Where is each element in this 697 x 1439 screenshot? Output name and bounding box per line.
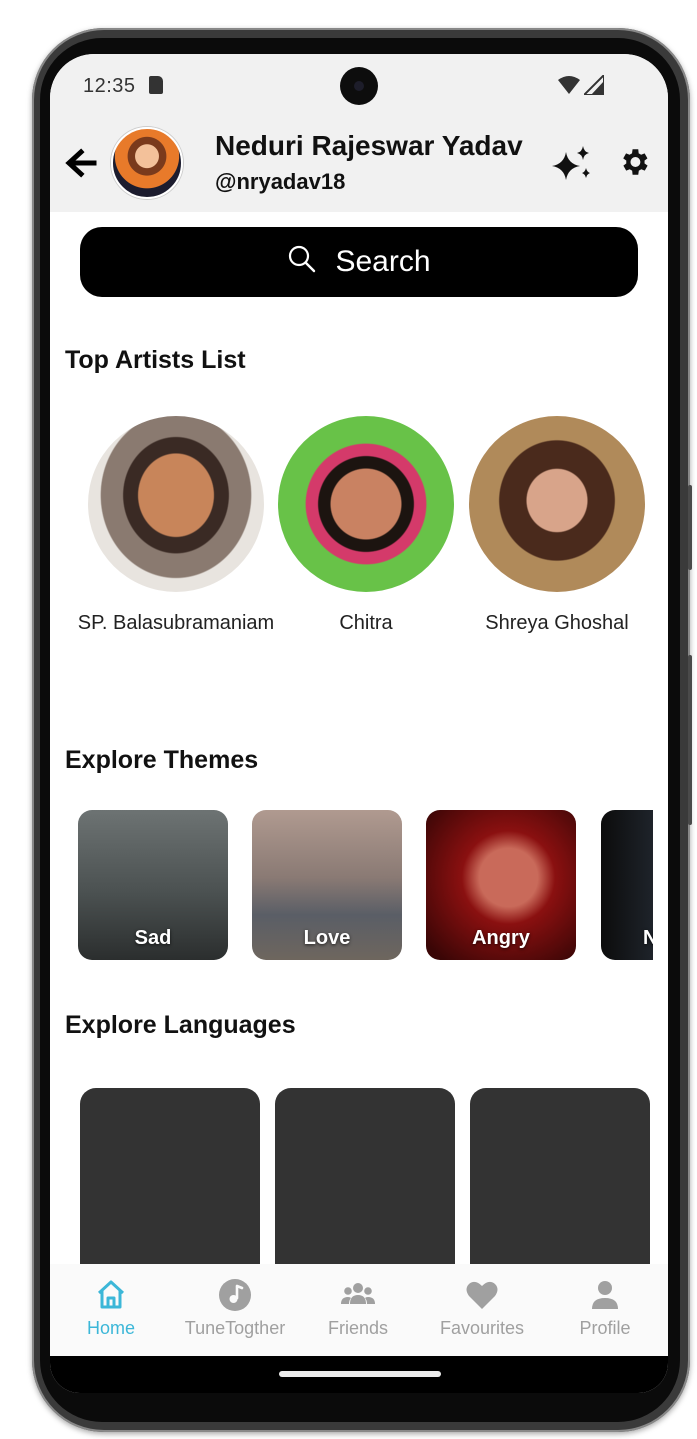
status-time: 12:35 — [83, 75, 136, 97]
nav-label: Favourites — [439, 1318, 525, 1338]
signal-icon — [584, 75, 604, 95]
user-handle: @nryadav18 — [215, 169, 346, 194]
front-camera — [340, 67, 378, 105]
artist-name[interactable]: SP. Balasubramaniam — [76, 611, 276, 636]
sd-card-icon — [149, 76, 163, 94]
back-arrow-icon[interactable] — [64, 146, 98, 180]
theme-card-angry[interactable]: Angry — [426, 810, 576, 960]
home-icon — [97, 1280, 125, 1309]
section-title-top-artists: Top Artists List — [65, 346, 246, 374]
heart-icon — [466, 1281, 498, 1309]
nav-label: Profile — [579, 1318, 631, 1338]
search-bar[interactable]: Search — [80, 227, 638, 297]
user-name: Neduri Rajeswar Yadav — [215, 130, 523, 161]
nav-label: TuneTogther — [184, 1318, 286, 1338]
power-button — [688, 655, 692, 825]
language-card[interactable] — [470, 1088, 650, 1268]
artist-photo[interactable] — [88, 416, 264, 592]
artist-photo[interactable] — [469, 416, 645, 592]
theme-label: Angry — [472, 927, 530, 949]
app-screen: 12:35 Neduri Rajeswar Yadav @nryadav18 S… — [50, 54, 668, 1393]
person-icon — [592, 1281, 618, 1309]
gesture-bar-area — [50, 1356, 668, 1393]
home-indicator[interactable] — [279, 1371, 441, 1377]
header-area: 12:35 Neduri Rajeswar Yadav @nryadav18 — [50, 54, 668, 212]
search-label: Search — [335, 245, 431, 278]
wifi-icon — [558, 76, 580, 94]
nav-profile[interactable]: Profile — [545, 1264, 665, 1356]
sparkle-icon[interactable] — [550, 144, 594, 184]
section-title-themes: Explore Themes — [65, 746, 259, 774]
language-card[interactable] — [275, 1088, 455, 1268]
artist-name[interactable]: Shreya Ghoshal — [457, 611, 657, 636]
group-icon — [341, 1283, 375, 1304]
theme-card-love[interactable]: Love — [252, 810, 402, 960]
section-title-languages: Explore Languages — [65, 1011, 296, 1039]
theme-label: Love — [303, 927, 351, 949]
artist-photo[interactable] — [278, 416, 454, 592]
avatar[interactable] — [111, 127, 183, 199]
artist-name[interactable]: Chitra — [266, 611, 466, 636]
bottom-navigation: Home TuneTogther Friends Favourites Prof… — [50, 1264, 668, 1356]
settings-gear-icon[interactable] — [617, 145, 651, 179]
volume-button — [688, 485, 692, 570]
music-note-icon — [219, 1279, 251, 1311]
nav-tunetogether[interactable]: TuneTogther — [175, 1264, 295, 1356]
nav-label: Friends — [327, 1318, 389, 1338]
nav-friends[interactable]: Friends — [298, 1264, 418, 1356]
theme-card-partial[interactable]: N — [601, 810, 653, 960]
language-card[interactable] — [80, 1088, 260, 1268]
nav-home[interactable]: Home — [51, 1264, 171, 1356]
nav-favourites[interactable]: Favourites — [422, 1264, 542, 1356]
theme-label: Sad — [134, 927, 172, 949]
nav-label: Home — [86, 1318, 135, 1338]
theme-label: N — [643, 927, 653, 949]
theme-card-sad[interactable]: Sad — [78, 810, 228, 960]
search-icon — [289, 245, 316, 273]
